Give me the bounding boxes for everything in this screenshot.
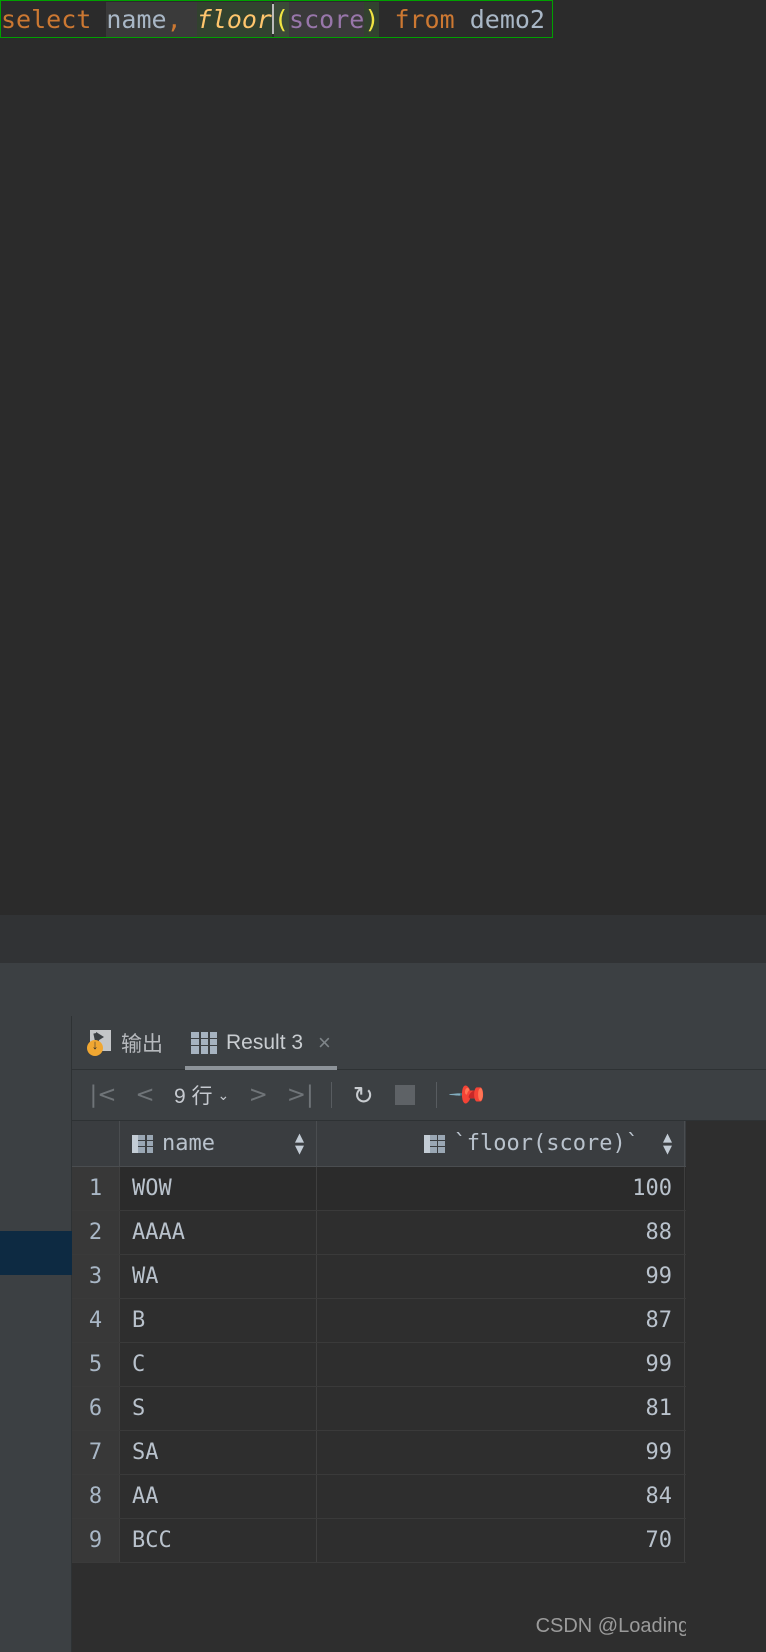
cell-name[interactable]: C xyxy=(120,1343,317,1386)
sql-token-lparen: ( xyxy=(273,1,290,37)
sql-editor[interactable]: select name , floor ( score ) from demo2 xyxy=(0,0,766,915)
tab-result-3[interactable]: Result 3 × xyxy=(177,1016,345,1070)
row-number[interactable]: 9 xyxy=(72,1519,120,1562)
table-row[interactable]: 3 WA 99 xyxy=(72,1255,686,1299)
next-page-button[interactable]: > xyxy=(239,1076,277,1114)
header-cell-name[interactable]: name ▲ ▼ xyxy=(120,1121,317,1166)
sql-token-demo2: demo2 xyxy=(469,4,545,34)
row-count-dropdown[interactable]: 9 行 ⌄ xyxy=(168,1080,235,1110)
pin-button[interactable]: 📌 xyxy=(447,1073,490,1116)
first-page-button[interactable]: |< xyxy=(84,1076,122,1114)
sql-token-select: select xyxy=(1,4,92,34)
tab-output-label: 输出 xyxy=(121,1032,163,1056)
table-row[interactable]: 5 C 99 xyxy=(72,1343,686,1387)
sort-down-icon: ▼ xyxy=(662,1139,672,1158)
refresh-icon: ↻ xyxy=(352,1080,374,1110)
cell-name[interactable]: SA xyxy=(120,1431,317,1474)
refresh-button[interactable]: ↻ xyxy=(344,1076,382,1114)
header-label-floor-score: `floor(score)` xyxy=(453,1131,639,1156)
header-label-name: name xyxy=(162,1131,215,1156)
header-cell-floor-score[interactable]: `floor(score)` ▲ ▼ xyxy=(317,1121,685,1166)
table-row[interactable]: 8 AA 84 xyxy=(72,1475,686,1519)
column-icon xyxy=(132,1134,153,1153)
cell-name[interactable]: WA xyxy=(120,1255,317,1298)
sql-token-name: name xyxy=(106,1,167,37)
panel-top-band xyxy=(0,963,766,1016)
stop-icon xyxy=(395,1085,416,1105)
cell-floor-score[interactable]: 88 xyxy=(317,1211,685,1254)
sql-token-from: from xyxy=(394,4,455,34)
stop-button[interactable] xyxy=(386,1076,424,1114)
results-panel: 输出 Result 3 × |< < 9 行 ⌄ > >| ↻ 📌 xyxy=(0,1016,766,1652)
sql-token-space-4 xyxy=(455,2,470,37)
sort-down-icon: ▼ xyxy=(294,1139,304,1158)
column-icon xyxy=(423,1134,445,1153)
row-number[interactable]: 4 xyxy=(72,1299,120,1342)
table-header-row: name ▲ ▼ `floor(score)` ▲ ▼ xyxy=(72,1121,686,1167)
sort-toggle-floor-score[interactable]: ▲ ▼ xyxy=(653,1130,672,1158)
prev-page-button[interactable]: < xyxy=(126,1076,164,1114)
cell-name[interactable]: S xyxy=(120,1387,317,1430)
row-2-left-selection-strip xyxy=(0,1231,72,1275)
cell-floor-score[interactable]: 100 xyxy=(317,1167,685,1210)
table-row[interactable]: 7 SA 99 xyxy=(72,1431,686,1475)
row-count-label: 9 行 xyxy=(174,1085,213,1108)
table-body: 1 WOW 100 2 AAAA 88 3 WA 99 4 B 87 5 C 99 6 S 81 7 SA 99 8 AA 8… xyxy=(72,1167,686,1563)
header-rownum-cell xyxy=(72,1121,120,1166)
row-number[interactable]: 1 xyxy=(72,1167,120,1210)
sql-token-score: score xyxy=(289,1,365,37)
cell-floor-score[interactable]: 84 xyxy=(317,1475,685,1518)
sql-token-comma: , xyxy=(166,1,182,37)
results-toolbar: |< < 9 行 ⌄ > >| ↻ 📌 xyxy=(72,1070,766,1121)
table-row[interactable]: 2 AAAA 88 xyxy=(72,1211,686,1255)
cell-floor-score[interactable]: 70 xyxy=(317,1519,685,1562)
editor-lower-band xyxy=(0,915,766,963)
close-icon[interactable]: × xyxy=(318,1031,331,1054)
sort-toggle-name[interactable]: ▲ ▼ xyxy=(285,1130,304,1158)
row-number[interactable]: 8 xyxy=(72,1475,120,1518)
sql-statement-line[interactable]: select name , floor ( score ) from demo2 xyxy=(0,0,553,38)
cell-name[interactable]: AA xyxy=(120,1475,317,1518)
tab-result-3-label: Result 3 xyxy=(226,1030,304,1054)
sql-token-space-3 xyxy=(379,2,394,37)
pin-icon: 📌 xyxy=(447,1073,490,1116)
cell-floor-score[interactable]: 99 xyxy=(317,1343,685,1386)
table-row[interactable]: 4 B 87 xyxy=(72,1299,686,1343)
row-number[interactable]: 2 xyxy=(72,1211,120,1254)
cell-name[interactable]: WOW xyxy=(120,1167,317,1210)
output-icon xyxy=(86,1029,112,1056)
cell-name[interactable]: BCC xyxy=(120,1519,317,1562)
sql-token-space-2 xyxy=(181,1,197,37)
sql-token-space-1 xyxy=(91,2,106,37)
row-number[interactable]: 6 xyxy=(72,1387,120,1430)
cell-name[interactable]: B xyxy=(120,1299,317,1342)
grid-icon xyxy=(191,1031,217,1054)
row-number[interactable]: 7 xyxy=(72,1431,120,1474)
toolbar-separator-2 xyxy=(436,1082,438,1108)
panel-left-gutter xyxy=(0,1016,72,1652)
cell-floor-score[interactable]: 99 xyxy=(317,1431,685,1474)
table-row[interactable]: 1 WOW 100 xyxy=(72,1167,686,1211)
cell-floor-score[interactable]: 99 xyxy=(317,1255,685,1298)
chevron-down-icon: ⌄ xyxy=(217,1086,230,1103)
toolbar-separator-1 xyxy=(331,1082,333,1108)
table-row[interactable]: 6 S 81 xyxy=(72,1387,686,1431)
row-number[interactable]: 3 xyxy=(72,1255,120,1298)
cell-floor-score[interactable]: 81 xyxy=(317,1387,685,1430)
table-row[interactable]: 9 BCC 70 xyxy=(72,1519,686,1563)
grid-right-filler xyxy=(686,1121,766,1652)
results-tabstrip: 输出 Result 3 × xyxy=(72,1016,766,1070)
sql-token-rparen: ) xyxy=(364,1,380,37)
sql-token-floor: floor xyxy=(196,1,272,37)
result-grid[interactable]: name ▲ ▼ `floor(score)` ▲ ▼ 1 WOW 100 2 AAAA… xyxy=(72,1121,686,1652)
row-number[interactable]: 5 xyxy=(72,1343,120,1386)
tab-output[interactable]: 输出 xyxy=(72,1016,177,1070)
last-page-button[interactable]: >| xyxy=(281,1076,319,1114)
cell-floor-score[interactable]: 87 xyxy=(317,1299,685,1342)
cell-name[interactable]: AAAA xyxy=(120,1211,317,1254)
